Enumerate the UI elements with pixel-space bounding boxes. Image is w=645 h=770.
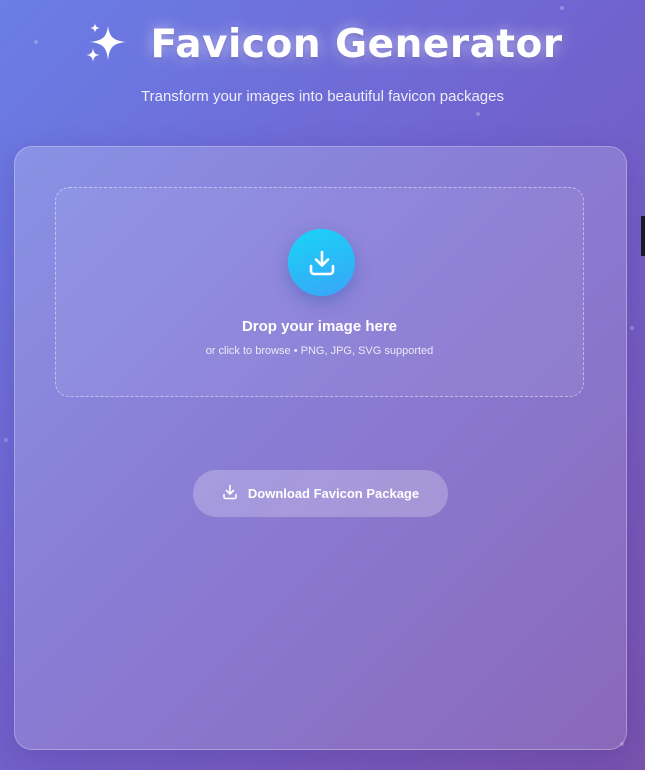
dropzone-hint: or click to browse • PNG, JPG, SVG suppo… xyxy=(205,345,434,357)
dropzone-title: Drop your image here xyxy=(241,318,398,335)
upload-button[interactable] xyxy=(288,229,355,296)
image-dropzone[interactable]: Drop your image here or click to browse … xyxy=(55,187,584,397)
download-icon xyxy=(222,484,238,500)
background-dot xyxy=(4,438,8,442)
page-title: Favicon Generator xyxy=(150,21,563,67)
download-tray-icon xyxy=(307,248,337,278)
background-dot xyxy=(630,326,634,330)
scroll-edge-marker xyxy=(641,216,645,256)
download-button-label: Download Favicon Package xyxy=(247,486,420,501)
download-package-button[interactable]: Download Favicon Package xyxy=(193,470,448,517)
page-subtitle: Transform your images into beautiful fav… xyxy=(141,88,504,105)
sparkles-icon xyxy=(82,20,130,68)
background-dot xyxy=(476,112,480,116)
title-row: Favicon Generator xyxy=(0,16,645,72)
background-dot xyxy=(560,6,564,10)
generator-card: Drop your image here or click to browse … xyxy=(14,146,627,750)
